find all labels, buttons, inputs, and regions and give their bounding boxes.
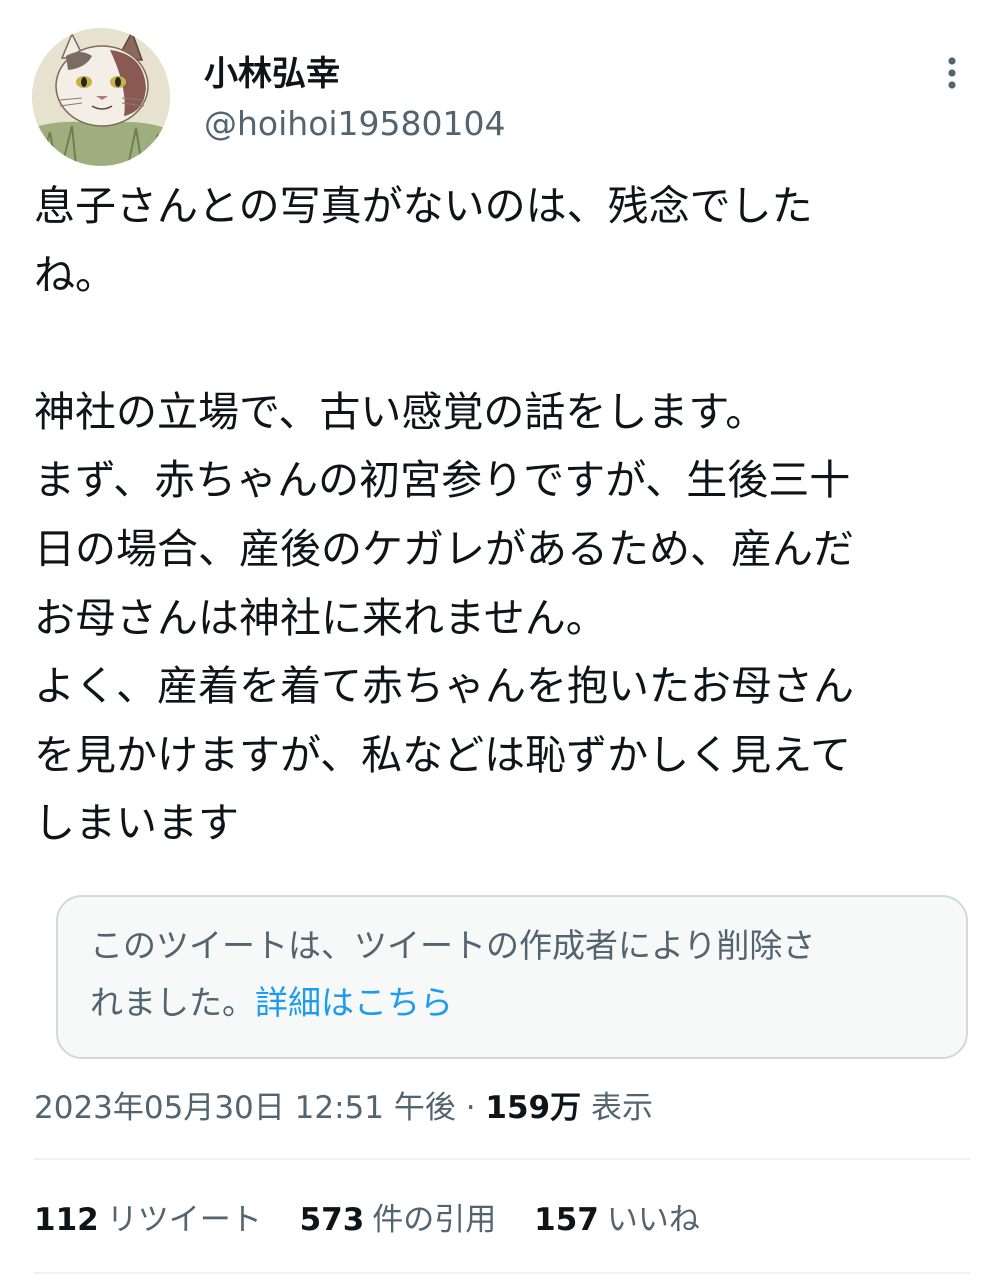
quotes-stat[interactable]: 573 件の引用 bbox=[300, 1198, 497, 1242]
likes-label: いいね bbox=[606, 1202, 700, 1238]
tweet-meta: 2023年05月30日 12:51 午後 · 159万 表示 bbox=[34, 1086, 653, 1130]
divider bbox=[34, 1272, 970, 1274]
quoted-tweet-text: このツイートは、ツイートの作成者により削除さ れました。詳細はこちら bbox=[90, 917, 940, 1031]
avatar[interactable] bbox=[32, 28, 170, 166]
tweet-text: 息子さんとの写真がないのは、残念でした ね。 神社の立場で、古い感覚の話をします… bbox=[34, 182, 854, 848]
quotes-label: 件の引用 bbox=[372, 1202, 497, 1238]
retweets-label: リツイート bbox=[106, 1202, 262, 1238]
divider bbox=[34, 1158, 970, 1160]
meta-separator: · bbox=[465, 1090, 476, 1126]
timestamp[interactable]: 2023年05月30日 12:51 午後 bbox=[34, 1090, 456, 1126]
retweets-stat[interactable]: 112 リツイート bbox=[34, 1198, 262, 1242]
likes-stat[interactable]: 157 いいね bbox=[534, 1198, 700, 1242]
likes-count: 157 bbox=[534, 1202, 599, 1238]
author-display-name[interactable]: 小林弘幸 bbox=[204, 52, 340, 96]
author-handle[interactable]: @hoihoi19580104 bbox=[204, 102, 506, 146]
tweet-detail: 小林弘幸 @hoihoi19580104 息子さんとの写真がないのは、残念でした… bbox=[0, 0, 1003, 1280]
views-label: 表示 bbox=[591, 1090, 653, 1126]
quotes-count: 573 bbox=[299, 1202, 365, 1238]
learn-more-link[interactable]: 詳細はこちら bbox=[255, 983, 453, 1022]
more-options-icon[interactable] bbox=[935, 54, 969, 94]
cat-illustration-icon bbox=[32, 28, 170, 166]
quoted-tweet-deleted-notice[interactable]: このツイートは、ツイートの作成者により削除さ れました。詳細はこちら bbox=[56, 895, 968, 1059]
views-count: 159万 bbox=[485, 1090, 582, 1126]
engagement-stats: 112 リツイート 573 件の引用 157 いいね bbox=[34, 1198, 728, 1242]
retweets-count: 112 bbox=[34, 1202, 99, 1238]
